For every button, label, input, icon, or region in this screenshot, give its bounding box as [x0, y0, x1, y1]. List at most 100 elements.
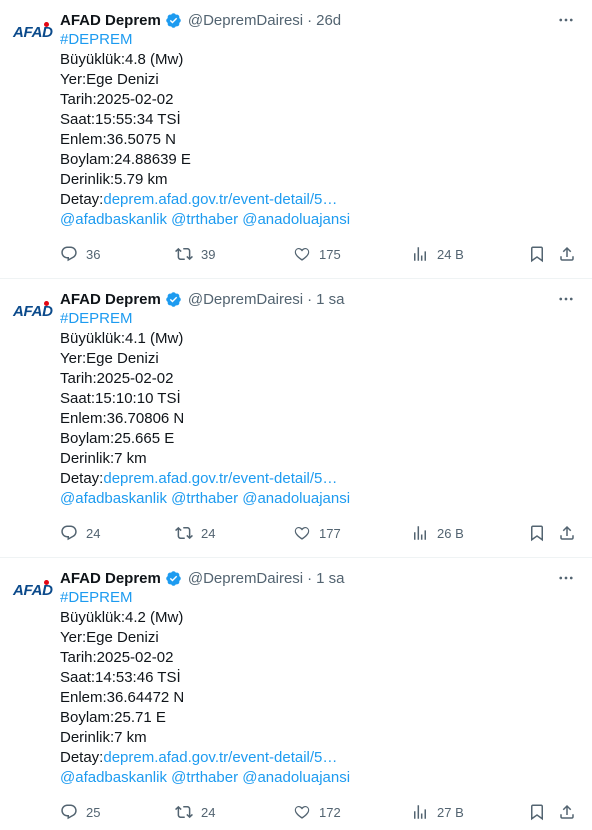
- more-options-icon[interactable]: [556, 10, 576, 30]
- reply-icon: [61, 246, 77, 262]
- longitude-line: Boylam:25.665 E: [60, 430, 175, 447]
- location-line: Yer:Ege Denizi: [60, 350, 159, 367]
- author-handle[interactable]: @DepremDairesi: [188, 12, 303, 29]
- mention-link[interactable]: @trthaber: [171, 490, 238, 507]
- logo-dot: [44, 22, 49, 27]
- longitude-line: Boylam:25.71 E: [60, 709, 166, 726]
- bookmark-button[interactable]: [528, 523, 546, 543]
- bookmark-button[interactable]: [528, 802, 546, 822]
- author-name[interactable]: AFAD Deprem: [60, 291, 161, 308]
- timestamp[interactable]: 26d: [316, 12, 341, 29]
- share-button[interactable]: [558, 523, 576, 543]
- separator-dot: ·: [307, 569, 313, 587]
- timestamp[interactable]: 1 sa: [316, 570, 344, 587]
- share-icon: [560, 246, 574, 261]
- views-button[interactable]: 27 B: [411, 802, 464, 822]
- verified-badge-icon: [165, 12, 182, 29]
- author-name[interactable]: AFAD Deprem: [60, 12, 161, 29]
- mention-link[interactable]: @trthaber: [171, 211, 238, 228]
- more-options-icon[interactable]: [556, 568, 576, 588]
- bookmark-icon: [531, 804, 543, 821]
- time-line: Saat:14:53:46 TSİ: [60, 669, 181, 686]
- author-handle[interactable]: @DepremDairesi: [188, 291, 303, 308]
- heart-icon: [294, 805, 310, 819]
- reply-count: 25: [86, 804, 101, 820]
- retweet-icon: [175, 526, 193, 540]
- mention-link[interactable]: @afadbaskanlik: [60, 769, 167, 786]
- latitude-line: Enlem:36.5075 N: [60, 131, 176, 148]
- reply-button[interactable]: 24: [60, 523, 100, 543]
- hashtag-link[interactable]: #DEPREM: [60, 589, 133, 606]
- detail-label: Detay:: [60, 749, 104, 766]
- date-line: Tarih:2025-02-02: [60, 370, 174, 387]
- depth-line: Derinlik:7 km: [60, 450, 147, 467]
- view-count: 27 B: [437, 804, 464, 820]
- share-button[interactable]: [558, 802, 576, 822]
- retweet-count: 39: [201, 246, 216, 262]
- more-options-icon[interactable]: [556, 289, 576, 309]
- tweet[interactable]: AFAD AFAD Deprem @DepremDairesi · 1 sa #…: [0, 558, 592, 830]
- author-handle[interactable]: @DepremDairesi: [188, 570, 303, 587]
- like-button[interactable]: 172: [293, 802, 341, 822]
- timestamp[interactable]: 1 sa: [316, 291, 344, 308]
- mention-link[interactable]: @anadoluajansi: [242, 490, 350, 507]
- date-line: Tarih:2025-02-02: [60, 91, 174, 108]
- detail-link[interactable]: deprem.afad.gov.tr/event-detail/5…: [103, 191, 337, 208]
- detail-link[interactable]: deprem.afad.gov.tr/event-detail/5…: [103, 749, 337, 766]
- detail-link[interactable]: deprem.afad.gov.tr/event-detail/5…: [103, 470, 337, 487]
- date-line: Tarih:2025-02-02: [60, 649, 174, 666]
- tweet[interactable]: AFAD AFAD Deprem @DepremDairesi · 26d #D…: [0, 0, 592, 279]
- hashtag-link[interactable]: #DEPREM: [60, 31, 133, 48]
- tweet-header: AFAD Deprem @DepremDairesi · 1 sa: [60, 289, 578, 309]
- detail-label: Detay:: [60, 191, 104, 208]
- share-icon: [560, 525, 574, 540]
- tweet-text: #DEPREM Büyüklük:4.1 (Mw) Yer:Ege Denizi…: [60, 309, 578, 509]
- mention-link[interactable]: @anadoluajansi: [242, 769, 350, 786]
- retweet-button[interactable]: 39: [175, 244, 215, 264]
- reply-button[interactable]: 36: [60, 244, 100, 264]
- views-chart-icon: [414, 247, 426, 261]
- like-button[interactable]: 175: [293, 244, 341, 264]
- latitude-line: Enlem:36.64472 N: [60, 689, 185, 706]
- heart-icon: [294, 247, 310, 261]
- views-button[interactable]: 26 B: [411, 523, 464, 543]
- latitude-line: Enlem:36.70806 N: [60, 410, 185, 427]
- views-chart-icon: [414, 526, 426, 540]
- view-count: 26 B: [437, 525, 464, 541]
- views-button[interactable]: 24 B: [411, 244, 464, 264]
- time-line: Saat:15:10:10 TSİ: [60, 390, 181, 407]
- author-name[interactable]: AFAD Deprem: [60, 570, 161, 587]
- mention-link[interactable]: @afadbaskanlik: [60, 211, 167, 228]
- mention-link[interactable]: @afadbaskanlik: [60, 490, 167, 507]
- share-button[interactable]: [558, 244, 576, 264]
- retweet-button[interactable]: 24: [175, 802, 215, 822]
- magnitude-line: Büyüklük:4.8 (Mw): [60, 51, 184, 68]
- tweet-header: AFAD Deprem @DepremDairesi · 1 sa: [60, 568, 578, 588]
- retweet-button[interactable]: 24: [175, 523, 215, 543]
- avatar[interactable]: AFAD: [10, 16, 53, 46]
- timeline-feed: AFAD AFAD Deprem @DepremDairesi · 26d #D…: [0, 0, 592, 830]
- avatar[interactable]: AFAD: [10, 295, 53, 325]
- avatar[interactable]: AFAD: [10, 574, 53, 604]
- detail-label: Detay:: [60, 470, 104, 487]
- bookmark-button[interactable]: [528, 244, 546, 264]
- tweet-text: #DEPREM Büyüklük:4.2 (Mw) Yer:Ege Denizi…: [60, 588, 578, 788]
- retweet-icon: [175, 247, 193, 261]
- reply-count: 36: [86, 246, 101, 262]
- mention-link[interactable]: @trthaber: [171, 769, 238, 786]
- separator-dot: ·: [307, 290, 313, 308]
- tweet-actions: 24 24 177 26 B: [60, 523, 578, 543]
- mention-link[interactable]: @anadoluajansi: [242, 211, 350, 228]
- tweet[interactable]: AFAD AFAD Deprem @DepremDairesi · 1 sa #…: [0, 279, 592, 558]
- reply-button[interactable]: 25: [60, 802, 100, 822]
- hashtag-link[interactable]: #DEPREM: [60, 310, 133, 327]
- bookmark-icon: [531, 525, 543, 542]
- retweet-count: 24: [201, 804, 216, 820]
- location-line: Yer:Ege Denizi: [60, 71, 159, 88]
- tweet-header: AFAD Deprem @DepremDairesi · 26d: [60, 10, 578, 30]
- like-button[interactable]: 177: [293, 523, 341, 543]
- like-count: 177: [319, 525, 341, 541]
- location-line: Yer:Ege Denizi: [60, 629, 159, 646]
- view-count: 24 B: [437, 246, 464, 262]
- bookmark-icon: [531, 246, 543, 263]
